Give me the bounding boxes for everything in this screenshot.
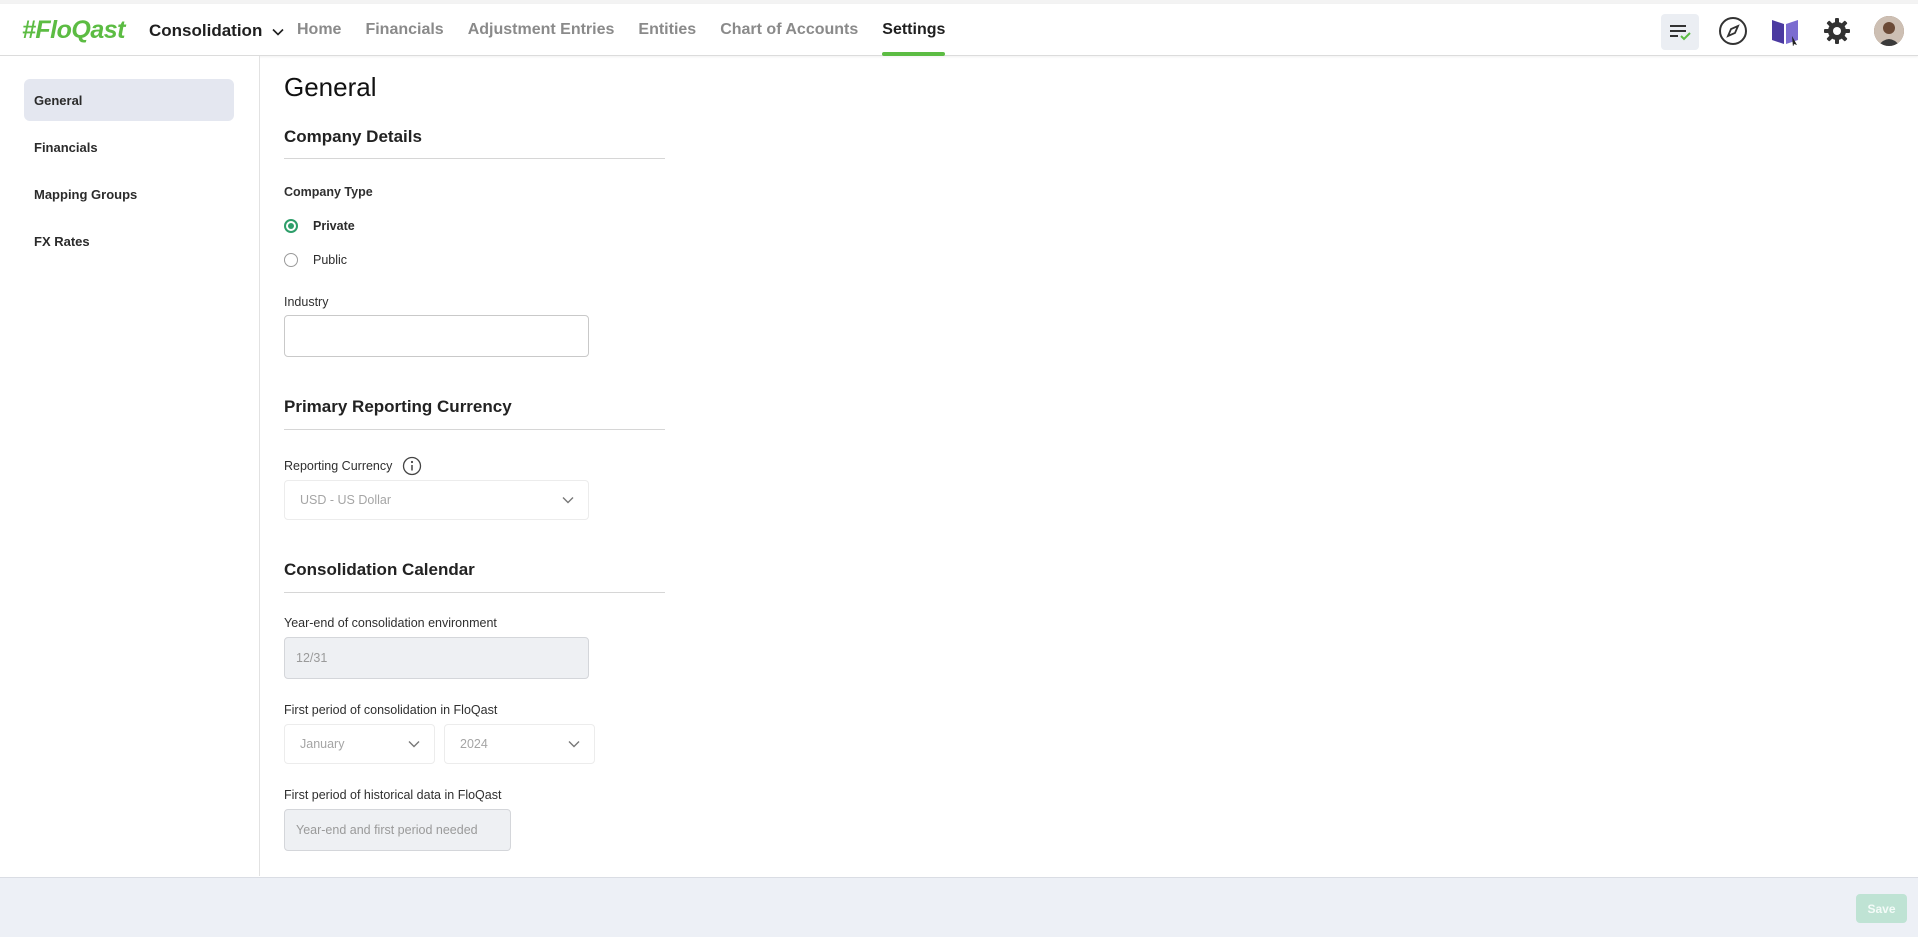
historical-data-input[interactable]: Year-end and first period needed xyxy=(284,809,511,851)
reporting-currency-label-row: Reporting Currency xyxy=(284,456,422,476)
divider xyxy=(284,429,665,430)
first-period-label: First period of consolidation in FloQast xyxy=(284,703,498,717)
sidebar-item-general[interactable]: General xyxy=(24,79,234,121)
chevron-down-icon xyxy=(562,493,574,507)
product-switcher-label: Consolidation xyxy=(149,21,263,40)
consolidation-calendar-heading: Consolidation Calendar xyxy=(284,560,475,579)
sidebar-item-mapping-groups[interactable]: Mapping Groups xyxy=(24,173,234,215)
radio-private[interactable]: Private xyxy=(284,219,355,233)
nav-chart-of-accounts[interactable]: Chart of Accounts xyxy=(720,4,858,55)
info-icon[interactable] xyxy=(402,456,422,476)
first-period-month-select[interactable]: January xyxy=(284,724,435,764)
primary-reporting-currency-heading: Primary Reporting Currency xyxy=(284,397,512,416)
first-period-year-select[interactable]: 2024 xyxy=(444,724,595,764)
industry-input[interactable] xyxy=(284,315,589,357)
chevron-down-icon xyxy=(408,737,420,751)
reporting-currency-value: USD - US Dollar xyxy=(300,493,391,507)
radio-private-label: Private xyxy=(313,219,355,233)
avatar[interactable] xyxy=(1874,16,1904,46)
top-header: #FloQast Consolidation Home Financials A… xyxy=(0,4,1918,56)
footer-bar: Save xyxy=(0,877,1918,937)
radio-button-checked[interactable] xyxy=(284,219,298,233)
book-icon[interactable] xyxy=(1769,15,1801,47)
company-type-label: Company Type xyxy=(284,185,373,199)
chevron-down-icon xyxy=(272,21,284,41)
reporting-currency-select[interactable]: USD - US Dollar xyxy=(284,480,589,520)
floqast-logo[interactable]: #FloQast xyxy=(22,16,125,45)
tasks-icon[interactable] xyxy=(1661,14,1699,50)
save-button[interactable]: Save xyxy=(1856,894,1907,923)
nav-entities[interactable]: Entities xyxy=(638,4,696,55)
company-details-heading: Company Details xyxy=(284,127,422,146)
divider xyxy=(284,592,665,593)
sidebar-item-financials[interactable]: Financials xyxy=(24,126,234,168)
reporting-currency-label: Reporting Currency xyxy=(284,459,393,473)
year-end-label: Year-end of consolidation environment xyxy=(284,616,497,630)
nav-settings[interactable]: Settings xyxy=(882,4,946,56)
nav-financials[interactable]: Financials xyxy=(365,4,443,55)
settings-sidebar: General Financials Mapping Groups FX Rat… xyxy=(0,56,260,876)
gear-icon[interactable] xyxy=(1821,15,1853,47)
historical-data-label: First period of historical data in FloQa… xyxy=(284,788,502,802)
page-title: General xyxy=(284,72,377,102)
sidebar-item-fx-rates[interactable]: FX Rates xyxy=(24,220,234,262)
year-end-input[interactable]: 12/31 xyxy=(284,637,589,679)
compass-icon[interactable] xyxy=(1717,15,1749,47)
nav-adjustment-entries[interactable]: Adjustment Entries xyxy=(468,4,615,55)
radio-public-label: Public xyxy=(313,253,348,267)
main-nav: Home Financials Adjustment Entries Entit… xyxy=(297,4,969,56)
radio-button[interactable] xyxy=(284,253,298,267)
first-period-year-value: 2024 xyxy=(460,737,488,751)
divider xyxy=(284,158,665,159)
industry-label: Industry xyxy=(284,295,329,309)
first-period-month-value: January xyxy=(300,737,345,751)
radio-public[interactable]: Public xyxy=(284,253,347,267)
chevron-down-icon xyxy=(568,737,580,751)
product-switcher[interactable]: Consolidation xyxy=(149,21,284,41)
nav-home[interactable]: Home xyxy=(297,4,341,55)
